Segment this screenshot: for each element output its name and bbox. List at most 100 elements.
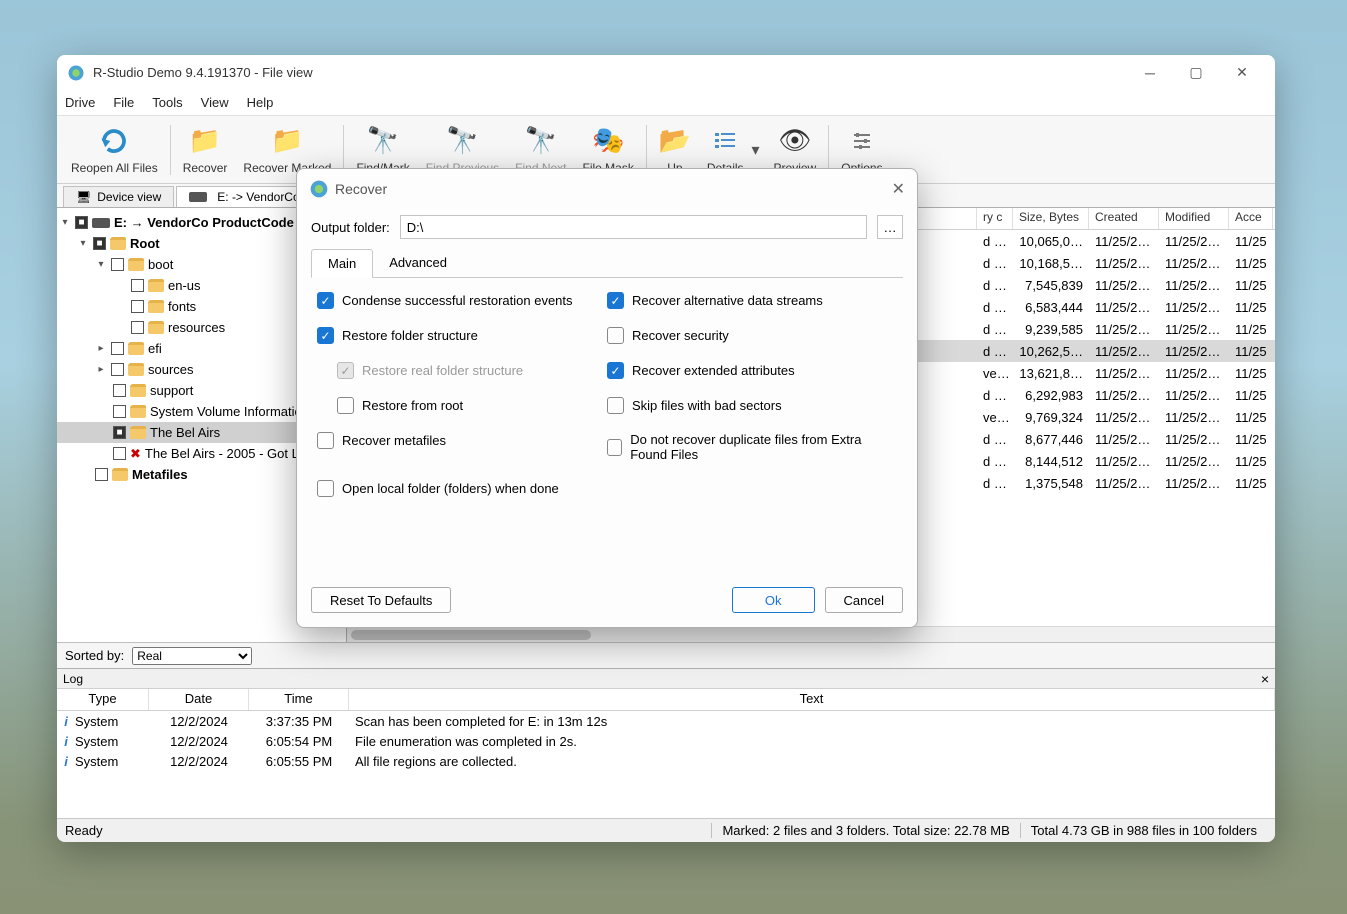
status-total: Total 4.73 GB in 988 files in 100 folder… bbox=[1020, 823, 1267, 838]
opt-from-root[interactable]: Restore from root bbox=[337, 397, 607, 414]
sort-bar: Sorted by: Real bbox=[57, 642, 1275, 668]
browse-button[interactable]: … bbox=[877, 215, 903, 239]
menu-file[interactable]: File bbox=[113, 95, 134, 110]
ok-button[interactable]: Ok bbox=[732, 587, 815, 613]
checkbox[interactable] bbox=[111, 258, 124, 271]
folder-up-icon: 📂 bbox=[659, 125, 691, 157]
output-folder-label: Output folder: bbox=[311, 220, 390, 235]
recover-dialog: Recover ✕ Output folder: … Main Advanced… bbox=[296, 168, 918, 628]
folder-icon bbox=[128, 258, 144, 271]
folder-icon bbox=[128, 363, 144, 376]
col-modified[interactable]: Modified bbox=[1159, 208, 1229, 229]
details-dropdown-icon[interactable]: ▾ bbox=[752, 140, 766, 160]
log-col-time[interactable]: Time bbox=[249, 689, 349, 710]
checkbox[interactable] bbox=[131, 300, 144, 313]
checkbox-icon[interactable] bbox=[337, 397, 354, 414]
monitor-icon: 🖥 bbox=[76, 190, 91, 204]
dialog-title: Recover bbox=[335, 181, 387, 197]
checkbox-icon[interactable]: ✓ bbox=[317, 292, 334, 309]
log-col-text[interactable]: Text bbox=[349, 689, 1275, 710]
opt-alt-streams[interactable]: ✓Recover alternative data streams bbox=[607, 292, 897, 309]
checkbox[interactable]: ■ bbox=[75, 216, 88, 229]
cancel-button[interactable]: Cancel bbox=[825, 587, 903, 613]
opt-open-local[interactable]: Open local folder (folders) when done bbox=[317, 480, 559, 497]
info-icon: i bbox=[57, 714, 75, 729]
folder-icon bbox=[130, 426, 146, 439]
refresh-icon bbox=[98, 125, 130, 157]
checkbox-icon[interactable] bbox=[607, 439, 622, 456]
tab-advanced[interactable]: Advanced bbox=[373, 249, 463, 277]
scrollbar-thumb[interactable] bbox=[351, 630, 591, 640]
tab-main[interactable]: Main bbox=[311, 249, 373, 278]
opt-security[interactable]: Recover security bbox=[607, 327, 897, 344]
opt-condense[interactable]: ✓Condense successful restoration events bbox=[317, 292, 607, 309]
checkbox-icon[interactable] bbox=[317, 432, 334, 449]
menu-help[interactable]: Help bbox=[247, 95, 274, 110]
checkbox[interactable] bbox=[113, 384, 126, 397]
folder-icon bbox=[148, 321, 164, 334]
checkbox-icon[interactable] bbox=[317, 480, 334, 497]
menu-drive[interactable]: Drive bbox=[65, 95, 95, 110]
opt-skip-bad[interactable]: Skip files with bad sectors bbox=[607, 397, 897, 414]
eye-icon: 👁 bbox=[779, 125, 811, 157]
sort-select[interactable]: Real bbox=[132, 647, 252, 665]
maximize-button[interactable]: ▢ bbox=[1173, 57, 1219, 89]
output-folder-input[interactable] bbox=[400, 215, 867, 239]
reset-defaults-button[interactable]: Reset To Defaults bbox=[311, 587, 451, 613]
col-recovery[interactable]: ry c bbox=[977, 208, 1013, 229]
col-size[interactable]: Size, Bytes bbox=[1013, 208, 1089, 229]
dialog-close-icon[interactable]: ✕ bbox=[892, 179, 905, 199]
mask-icon: 🎭 bbox=[592, 125, 624, 157]
close-button[interactable]: ✕ bbox=[1219, 57, 1265, 89]
minimize-button[interactable]: ─ bbox=[1127, 57, 1173, 89]
menu-tools[interactable]: Tools bbox=[152, 95, 182, 110]
col-created[interactable]: Created bbox=[1089, 208, 1159, 229]
horizontal-scrollbar[interactable] bbox=[347, 626, 1275, 642]
checkbox[interactable] bbox=[111, 342, 124, 355]
opt-metafiles[interactable]: Recover metafiles bbox=[317, 432, 607, 449]
menubar: Drive File Tools View Help bbox=[57, 90, 1275, 116]
checkbox[interactable] bbox=[131, 279, 144, 292]
checkbox-icon[interactable]: ✓ bbox=[317, 327, 334, 344]
log-columns: Type Date Time Text bbox=[57, 689, 1275, 711]
status-ready: Ready bbox=[65, 823, 103, 838]
checkbox-icon[interactable] bbox=[607, 327, 624, 344]
log-row[interactable]: iSystem12/2/20246:05:55 PMAll file regio… bbox=[57, 751, 1275, 771]
opt-ext-attributes[interactable]: ✓Recover extended attributes bbox=[607, 362, 897, 379]
app-icon bbox=[309, 179, 329, 199]
checkbox[interactable] bbox=[95, 468, 108, 481]
opt-restore-structure[interactable]: ✓Restore folder structure bbox=[317, 327, 607, 344]
col-accessed[interactable]: Acce bbox=[1229, 208, 1273, 229]
folder-icon bbox=[110, 237, 126, 250]
tab-device-view[interactable]: 🖥Device view bbox=[63, 186, 174, 207]
folder-plus-icon: 📁 bbox=[189, 125, 221, 157]
log-row[interactable]: iSystem12/2/20246:05:54 PMFile enumerati… bbox=[57, 731, 1275, 751]
deleted-folder-icon: ✖ bbox=[130, 446, 141, 462]
folder-icon bbox=[130, 405, 146, 418]
opt-no-dup[interactable]: Do not recover duplicate files from Extr… bbox=[607, 432, 897, 462]
checkbox[interactable] bbox=[131, 321, 144, 334]
reopen-button[interactable]: Reopen All Files bbox=[63, 119, 166, 181]
drive-icon bbox=[189, 192, 207, 202]
menu-view[interactable]: View bbox=[201, 95, 229, 110]
checkbox-icon[interactable]: ✓ bbox=[607, 292, 624, 309]
list-icon bbox=[709, 125, 741, 157]
log-col-type[interactable]: Type bbox=[57, 689, 149, 710]
folder-icon bbox=[128, 342, 144, 355]
checkbox[interactable]: ■ bbox=[113, 426, 126, 439]
log-close-icon[interactable]: × bbox=[1261, 671, 1269, 687]
log-header: Log× bbox=[57, 669, 1275, 689]
recover-button[interactable]: 📁Recover bbox=[175, 119, 236, 181]
checkbox[interactable]: ■ bbox=[93, 237, 106, 250]
info-icon: i bbox=[57, 754, 75, 769]
checkbox[interactable] bbox=[113, 405, 126, 418]
checkbox-icon[interactable] bbox=[607, 397, 624, 414]
log-row[interactable]: iSystem12/2/20243:37:35 PMScan has been … bbox=[57, 711, 1275, 731]
checkbox[interactable] bbox=[111, 363, 124, 376]
checkbox[interactable] bbox=[113, 447, 126, 460]
drive-icon bbox=[92, 218, 110, 228]
dialog-titlebar: Recover ✕ bbox=[297, 169, 917, 209]
checkbox-icon[interactable]: ✓ bbox=[607, 362, 624, 379]
log-col-date[interactable]: Date bbox=[149, 689, 249, 710]
binoculars-prev-icon: 🔭 bbox=[446, 125, 478, 157]
